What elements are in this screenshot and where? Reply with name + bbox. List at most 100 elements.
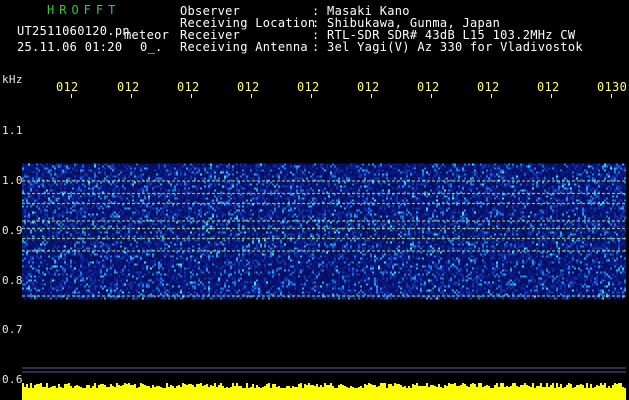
noise-speckle bbox=[542, 199, 544, 202]
noise-speckle bbox=[130, 191, 132, 194]
noise-speckle bbox=[438, 217, 440, 220]
noise-speckle bbox=[484, 209, 486, 212]
noise-speckle bbox=[130, 173, 132, 176]
noise-speckle bbox=[134, 167, 136, 170]
noise-speckle bbox=[42, 183, 44, 186]
noise-speckle bbox=[610, 169, 612, 172]
noise-speckle bbox=[326, 221, 328, 224]
noise-speckle bbox=[100, 207, 102, 210]
noise-speckle bbox=[492, 173, 494, 176]
noise-speckle bbox=[510, 183, 512, 186]
noise-speckle bbox=[166, 175, 168, 178]
noise-speckle bbox=[608, 215, 610, 218]
noise-speckle bbox=[358, 167, 360, 170]
noise-speckle bbox=[98, 197, 100, 200]
noise-speckle bbox=[90, 215, 92, 218]
noise-speckle bbox=[540, 189, 542, 192]
noise-speckle bbox=[522, 181, 524, 184]
noise-speckle bbox=[590, 203, 592, 206]
noise-speckle bbox=[176, 197, 178, 200]
noise-speckle bbox=[84, 185, 86, 188]
noise-speckle bbox=[34, 185, 36, 188]
noise-speckle bbox=[398, 185, 400, 188]
noise-speckle bbox=[610, 179, 612, 182]
noise-speckle bbox=[334, 205, 336, 208]
noise-speckle bbox=[304, 185, 306, 188]
noise-speckle bbox=[468, 209, 470, 212]
noise-speckle bbox=[302, 215, 304, 218]
noise-speckle bbox=[272, 175, 274, 178]
noise-speckle bbox=[56, 215, 58, 218]
noise-speckle bbox=[540, 173, 542, 176]
noise-speckle bbox=[478, 185, 480, 188]
noise-speckle bbox=[360, 181, 362, 184]
noise-speckle bbox=[534, 213, 536, 216]
noise-speckle bbox=[84, 211, 86, 214]
noise-speckle bbox=[336, 183, 338, 186]
noise-speckle bbox=[338, 187, 340, 190]
noise-speckle bbox=[244, 211, 246, 214]
noise-speckle bbox=[544, 183, 546, 186]
noise-speckle bbox=[182, 163, 184, 166]
noise-speckle bbox=[140, 223, 142, 226]
noise-speckle bbox=[438, 177, 440, 180]
noise-speckle bbox=[62, 169, 64, 172]
noise-speckle bbox=[564, 207, 566, 210]
noise-speckle bbox=[530, 193, 532, 196]
noise-speckle bbox=[570, 187, 572, 190]
noise-speckle bbox=[380, 165, 382, 168]
noise-speckle bbox=[196, 187, 198, 190]
noise-speckle bbox=[164, 215, 166, 218]
noise-speckle bbox=[100, 181, 102, 184]
noise-speckle bbox=[104, 205, 106, 208]
noise-speckle bbox=[556, 199, 558, 202]
noise-speckle bbox=[320, 195, 322, 198]
noise-speckle bbox=[372, 209, 374, 212]
noise-speckle bbox=[94, 215, 96, 218]
noise-speckle bbox=[486, 187, 488, 190]
noise-speckle bbox=[452, 221, 454, 224]
noise-speckle bbox=[616, 197, 618, 200]
noise-speckle bbox=[312, 173, 314, 176]
noise-speckle bbox=[24, 223, 26, 226]
noise-speckle bbox=[420, 189, 422, 192]
noise-speckle bbox=[134, 213, 136, 216]
noise-speckle bbox=[254, 199, 256, 202]
noise-speckle bbox=[188, 199, 190, 202]
noise-speckle bbox=[502, 185, 504, 188]
noise-speckle bbox=[110, 173, 112, 176]
noise-speckle bbox=[174, 173, 176, 176]
noise-speckle bbox=[538, 183, 540, 186]
noise-speckle bbox=[150, 223, 152, 226]
noise-speckle bbox=[94, 197, 96, 200]
noise-speckle bbox=[432, 207, 434, 210]
noise-speckle bbox=[46, 175, 48, 178]
noise-speckle bbox=[290, 183, 292, 186]
noise-speckle bbox=[34, 167, 36, 170]
noise-speckle bbox=[610, 207, 612, 210]
noise-speckle bbox=[548, 205, 550, 208]
noise-speckle bbox=[248, 165, 250, 168]
noise-speckle bbox=[100, 173, 102, 176]
noise-speckle bbox=[480, 171, 482, 174]
noise-speckle bbox=[498, 213, 500, 216]
noise-speckle bbox=[532, 207, 534, 210]
noise-speckle bbox=[502, 211, 504, 214]
noise-speckle bbox=[306, 221, 308, 224]
noise-speckle bbox=[318, 177, 320, 180]
noise-speckle bbox=[378, 195, 380, 198]
noise-speckle bbox=[162, 165, 164, 168]
noise-speckle bbox=[160, 203, 162, 206]
noise-speckle bbox=[370, 203, 372, 206]
noise-speckle bbox=[98, 215, 100, 218]
noise-speckle bbox=[382, 209, 384, 212]
noise-speckle bbox=[620, 213, 622, 216]
noise-speckle bbox=[300, 181, 302, 184]
noise-speckle bbox=[276, 197, 278, 200]
noise-speckle bbox=[66, 221, 68, 224]
noise-speckle bbox=[266, 211, 268, 214]
noise-speckle bbox=[62, 205, 64, 208]
noise-speckle bbox=[298, 173, 300, 176]
noise-speckle bbox=[584, 211, 586, 214]
noise-speckle bbox=[414, 165, 416, 168]
